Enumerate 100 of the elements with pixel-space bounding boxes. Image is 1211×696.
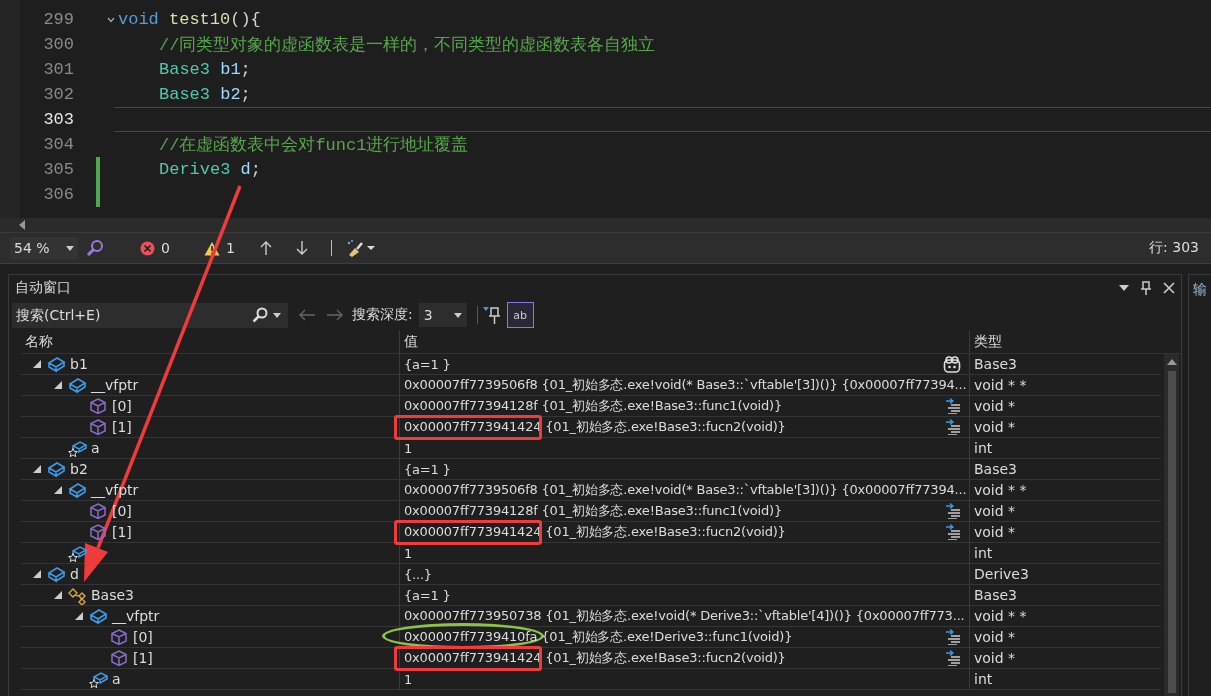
code-line: //同类型对象的虚函数表是一样的，不同类型的虚函数表各自独立 <box>159 36 656 55</box>
caret-icon <box>453 312 462 318</box>
column-header[interactable]: 名称 <box>21 330 399 353</box>
go-to-source-icon[interactable] <box>945 629 961 645</box>
type-name: void * * <box>974 482 1027 498</box>
object-icon <box>47 564 66 584</box>
variable-name: [0] <box>112 503 132 519</box>
depth-label: 搜索深度: <box>352 306 413 325</box>
object-icon <box>68 375 87 395</box>
variable-value: {a=1 } <box>404 461 451 477</box>
line-number: 302 <box>42 85 74 104</box>
expander-icon[interactable] <box>33 465 41 473</box>
line-number: 306 <box>42 185 74 204</box>
search-icon <box>252 307 268 324</box>
caret-icon <box>66 245 74 251</box>
line-number: 300 <box>42 35 74 54</box>
cube-icon <box>89 396 108 416</box>
cube-icon <box>89 417 108 437</box>
variable-name: d <box>70 566 79 582</box>
depth-dropdown[interactable]: 3 <box>418 303 467 328</box>
scroll-up-icon[interactable] <box>1166 359 1177 365</box>
close-icon[interactable] <box>1163 281 1175 294</box>
code-line: //在虚函数表中会对func1进行地址覆盖 <box>159 136 469 155</box>
code-line: void test10(){ <box>118 10 261 29</box>
type-name: int <box>974 545 993 561</box>
expander-icon[interactable] <box>54 591 62 599</box>
variable-name: [1] <box>133 650 153 666</box>
variable-name: b2 <box>70 461 88 477</box>
search-field[interactable]: 搜索(Ctrl+E) <box>12 302 248 328</box>
expander-icon[interactable] <box>54 381 62 389</box>
pin-icon[interactable] <box>1141 280 1151 295</box>
forward-arrow-icon[interactable] <box>326 309 344 322</box>
error-count[interactable]: 0 <box>161 240 170 256</box>
filter-pin-icon[interactable] <box>482 305 503 326</box>
scroll-thumb[interactable] <box>1167 371 1176 693</box>
variable-value: 0x00007ff773950738 {01_初始多态.exe!void(* Derive3::`vftable'[4])()} {0x00007ff773... <box>404 607 965 625</box>
go-to-source-icon[interactable] <box>945 524 961 540</box>
variable-name: b1 <box>70 356 88 372</box>
go-to-source-icon[interactable] <box>945 650 961 666</box>
variable-name: [1] <box>112 524 132 540</box>
variable-value: 0x00007ff77394128f {01_初始多态.exe!Base3::func1(void)} <box>404 397 782 415</box>
variable-value: {a=1 } <box>404 587 451 603</box>
error-icon[interactable] <box>140 240 155 256</box>
line-number: 301 <box>42 60 74 79</box>
field-icon <box>89 669 108 689</box>
column-header[interactable]: 值 <box>399 330 969 353</box>
line-position: 行: 303 <box>1149 239 1199 257</box>
cube-icon <box>110 648 129 668</box>
line-number: 299 <box>42 10 74 29</box>
variable-value: 0x00007ff7739506f8 {01_初始多态.exe!void(* Base3::`vftable'[3])()} {0x00007ff77394... <box>404 481 967 499</box>
panel-title[interactable]: 输 <box>1193 281 1207 297</box>
down-arrow-icon[interactable] <box>294 240 309 256</box>
dropdown-icon[interactable] <box>1119 284 1129 291</box>
raw-view-toggle[interactable]: ab <box>506 302 534 329</box>
cube-icon <box>89 522 108 542</box>
expander-icon[interactable] <box>75 612 83 620</box>
type-name: int <box>974 440 993 456</box>
fold-icon[interactable] <box>107 16 115 23</box>
warning-count[interactable]: 1 <box>225 240 235 256</box>
variable-value: 1 <box>404 440 413 456</box>
go-to-source-icon[interactable] <box>945 419 961 435</box>
back-arrow-icon[interactable] <box>298 309 316 322</box>
type-name: void * <box>974 503 1016 519</box>
warning-icon[interactable] <box>203 240 220 256</box>
go-to-source-icon[interactable] <box>945 398 961 414</box>
variable-value: 0x00007ff77394128f {01_初始多态.exe!Base3::func1(void)} <box>404 502 782 520</box>
expander-icon[interactable] <box>33 360 41 368</box>
code-line: Base3 b2; <box>159 85 251 104</box>
type-name: void * <box>974 629 1016 645</box>
field-icon <box>68 438 87 458</box>
type-name: void * * <box>974 377 1027 393</box>
variable-name: [0] <box>112 398 132 414</box>
variable-value: 0x00007ff773941424 {01_初始多态.exe!Base3::fucn2(void)} <box>404 418 786 436</box>
object-icon <box>47 459 66 479</box>
scroll-left-icon[interactable] <box>18 220 26 230</box>
up-arrow-icon[interactable] <box>258 240 273 256</box>
search-options-button[interactable] <box>248 302 288 328</box>
line-number: 303 <box>42 110 74 129</box>
type-name: Base3 <box>974 356 1017 372</box>
go-to-source-icon[interactable] <box>945 503 961 519</box>
line-number: 304 <box>42 135 74 154</box>
vertical-scrollbar[interactable] <box>1164 354 1179 696</box>
brush-icon[interactable] <box>345 239 376 257</box>
type-name: void * <box>974 524 1016 540</box>
caret-icon <box>273 312 281 318</box>
variable-value: {a=1 } <box>404 356 451 372</box>
visualizer-icon[interactable] <box>943 356 961 374</box>
variable-name: __vfptr <box>91 377 139 393</box>
object-icon <box>47 354 66 374</box>
line-number: 305 <box>42 160 74 179</box>
expander-icon[interactable] <box>54 486 62 494</box>
expander-icon[interactable] <box>33 570 41 578</box>
cube-icon <box>89 501 108 521</box>
variable-name: Base3 <box>91 587 134 603</box>
variable-name: [1] <box>112 419 132 435</box>
zoom-dropdown[interactable]: 54 % <box>10 237 78 259</box>
column-header[interactable]: 类型 <box>969 330 1160 353</box>
type-name: Base3 <box>974 461 1017 477</box>
type-name: Base3 <box>974 587 1017 603</box>
variable-name: __vfptr <box>112 608 160 624</box>
